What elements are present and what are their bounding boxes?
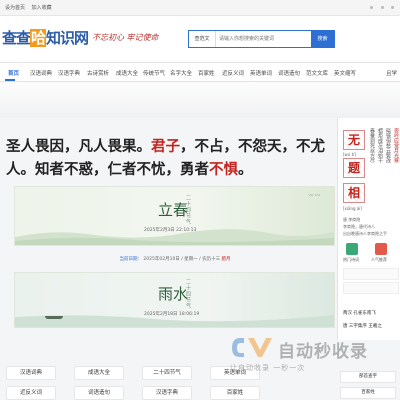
grid-item[interactable]: 汉语字典 [142, 386, 192, 400]
set-homepage-link[interactable]: 设为首页 [5, 5, 25, 11]
calendar-info: 当前日期： 2025年02月10日 / 星期一 / 农历十三 腊月 [0, 256, 350, 262]
solar-term-name: 立春 [158, 201, 189, 219]
calendar-link[interactable]: 当前日期： [119, 257, 142, 262]
poem-column: 春蚕到死丝方尽 [369, 128, 375, 163]
grid-item[interactable]: 词语造句 [74, 386, 124, 400]
nav-item[interactable]: 传统节气 [143, 69, 165, 77]
search-category-select[interactable]: 查范文 [189, 31, 216, 47]
quote-highlight: 君子 [151, 139, 180, 155]
solar-term-card[interactable]: 立春 二十四节气 2025年2月3日 22:10:13 〰 〰 [14, 186, 335, 246]
poem-author: 唐 李商隐 [343, 217, 361, 222]
sidebar-poem-row[interactable]: 两汉 孔雀东南飞 [343, 310, 376, 316]
nav-item[interactable]: 百家姓 [198, 69, 215, 77]
word-char[interactable]: 相 [343, 183, 365, 203]
poem-column: 蜡炬成灰泪始干 [377, 128, 383, 163]
solar-term-date: 2025年2月3日 22:10:13 [144, 228, 197, 233]
nav-item[interactable]: 词语造句 [278, 69, 300, 77]
top-links: 设为首页 加入收藏 [5, 4, 57, 11]
nav-item[interactable]: 英文缩写 [334, 69, 356, 77]
dot-icon[interactable] [391, 6, 394, 9]
grid-item[interactable]: 百家姓 [210, 386, 260, 400]
popular-label[interactable]: 人气推荐 [371, 257, 387, 263]
poem-column: 晓镜但愁云鬓改 [385, 128, 391, 163]
solar-term-vertical: 二十四节气 [185, 279, 191, 309]
nav-item[interactable]: 古诗赏析 [87, 69, 109, 77]
sidebar-block [343, 282, 399, 294]
grid-item[interactable]: 汉语词典 [6, 366, 56, 380]
quote-part: 。 [238, 162, 253, 178]
logo-text-pre: 查查 [2, 29, 31, 47]
hot-poems-label[interactable]: 热门诗词 [343, 257, 359, 263]
poem-column: 夜吟应觉月光寒 [393, 128, 399, 163]
calendar-highlight: 腊月 [221, 257, 231, 262]
nav-item[interactable]: 名字大全 [170, 69, 192, 77]
add-favorite-link[interactable]: 加入收藏 [32, 5, 52, 11]
watermark-subtitle: 让自动收录 一秒一次 [230, 364, 306, 372]
dot-icon[interactable] [370, 6, 373, 9]
dot-icon[interactable] [380, 6, 384, 9]
nav-item-home[interactable]: 首页 [8, 69, 19, 77]
watermark-title: 自动秒收录 [278, 342, 368, 362]
word-pinyin: [xiāng ài] [343, 206, 362, 211]
hot-poems-icon[interactable] [346, 243, 358, 255]
sidebar: 无 [wú tí] 题 相 [xiāng ài] 春蚕到死丝方尽 蜡炬成灰泪始干… [337, 118, 400, 340]
word-pinyin: [wú tí] [343, 152, 356, 157]
top-bar: 设为首页 加入收藏 [0, 0, 400, 16]
slogan: 不忘初心 牢记使命 [92, 33, 159, 42]
poem-note: 出自晚唐诗人李商隐之手 [343, 231, 387, 236]
popular-icon[interactable] [375, 243, 387, 255]
logo-text-post: 知识网 [46, 29, 89, 47]
search-input[interactable] [216, 31, 311, 47]
top-right-icons [370, 4, 394, 11]
nav-item[interactable]: 汉语字典 [58, 69, 80, 77]
nav-item[interactable]: 汉语词典 [30, 69, 52, 77]
solar-term-date: 2025年2月18日 18:06:19 [144, 312, 200, 317]
site-header: 查查哈知识网 不忘初心 牢记使命 查范文 搜索 [0, 16, 400, 62]
nav-active-underline [5, 79, 15, 81]
grid-item[interactable]: 近反义词 [6, 386, 56, 400]
grid-item[interactable]: 二十四节气 [142, 366, 192, 380]
nav-item[interactable]: 近反义词 [222, 69, 244, 77]
banner-strip [0, 82, 400, 118]
sidebar-bottom-link[interactable]: 百家姓 [340, 387, 396, 399]
search-bar: 查范文 搜索 [188, 30, 335, 48]
nav-item[interactable]: 成语大全 [116, 69, 138, 77]
word-char[interactable]: 无 [343, 130, 365, 150]
quote-text: 圣人畏因，凡人畏果。君子，不占，不怨天，不尤人。知者不惑，仁者不忧，勇者不惧。 [6, 136, 336, 182]
nav-item-right[interactable]: 且学 [386, 69, 397, 77]
watermark: 自动秒收录 让自动收录 一秒一次 [230, 336, 390, 376]
boat-icon [45, 316, 63, 319]
calendar-text: 2025年02月10日 / 星期一 / 农历十三 [143, 257, 221, 262]
sidebar-poem-row[interactable]: 唐 三字集序 王羲之 [343, 323, 382, 329]
search-button[interactable]: 搜索 [311, 31, 334, 47]
main-nav: 首页 汉语词典 汉语字典 古诗赏析 成语大全 传统节气 名字大全 百家姓 近反义… [0, 62, 400, 82]
sidebar-block [343, 268, 399, 280]
birds-icon: 〰 〰 [308, 193, 320, 199]
solar-term-vertical: 二十四节气 [185, 195, 191, 225]
solar-term-card[interactable]: 雨水 二十四节气 2025年2月18日 18:06:19 [14, 272, 335, 328]
word-char[interactable]: 题 [343, 158, 365, 178]
poem-author-line: 李商隐，唐代诗人 [343, 224, 375, 229]
quote-highlight: 不惧 [209, 162, 238, 178]
logo-text-highlight: 哈 [30, 29, 46, 47]
site-logo[interactable]: 查查哈知识网 [2, 27, 89, 48]
quote-part: 圣人畏因，凡人畏果。 [6, 139, 151, 155]
watermark-logo-icon [232, 338, 272, 357]
grid-item[interactable]: 成语大全 [74, 366, 124, 380]
nav-item[interactable]: 范文文库 [306, 69, 328, 77]
nav-item[interactable]: 英语单词 [250, 69, 272, 77]
solar-term-name: 雨水 [158, 285, 189, 303]
